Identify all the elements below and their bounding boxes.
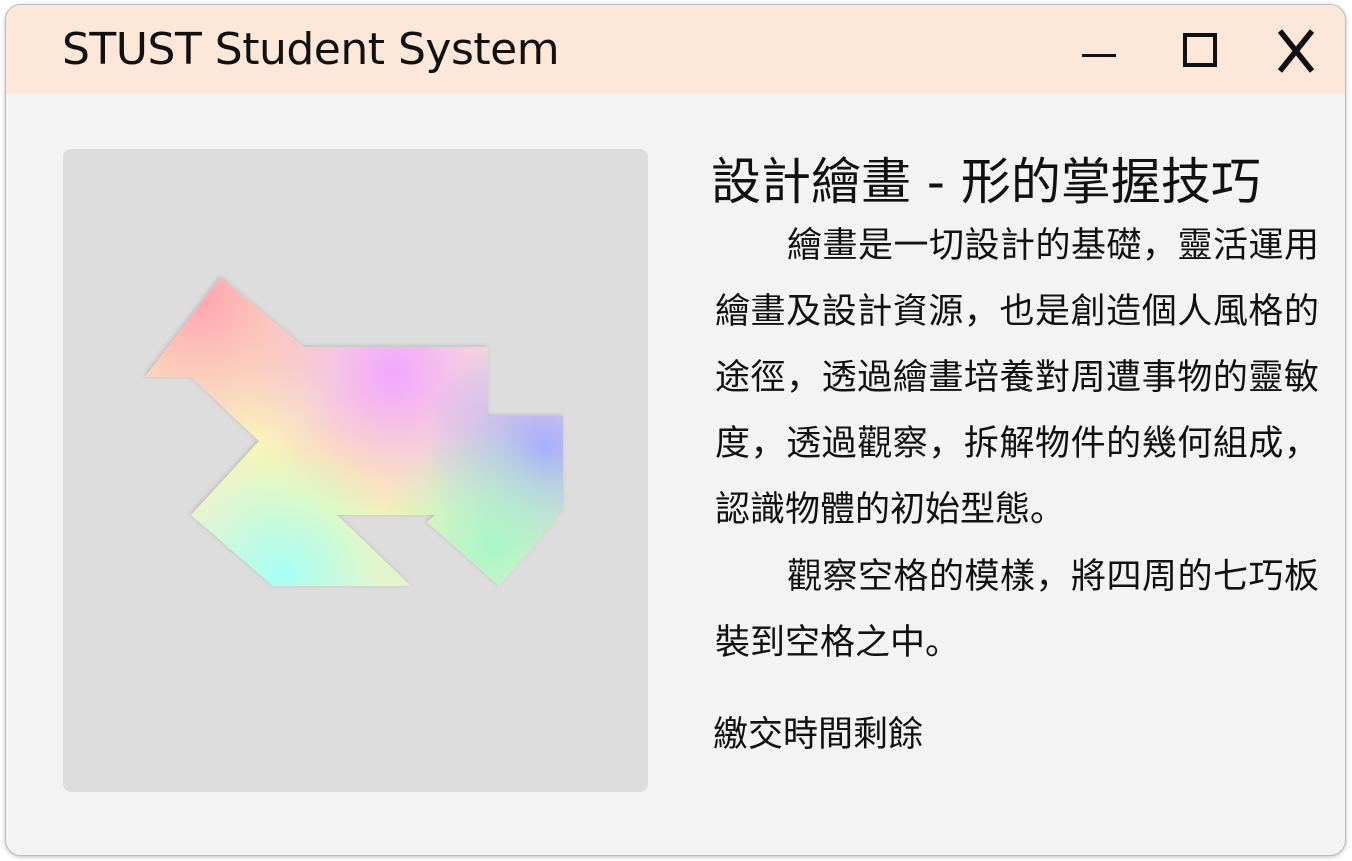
minimize-icon	[1082, 54, 1116, 57]
lesson-heading: 設計繪畫 - 形的掌握技巧	[711, 153, 1261, 211]
submit-timer-label: 繳交時間剩餘	[713, 715, 924, 755]
close-button[interactable]	[1263, 17, 1329, 83]
close-icon	[1277, 29, 1315, 73]
maximize-button[interactable]	[1169, 17, 1235, 83]
app-window: STUST Student System 設計繪畫 - 形的掌握技巧 繪畫是一切…	[5, 4, 1346, 856]
tangram-board[interactable]	[63, 149, 648, 792]
lesson-paragraph-1: 繪畫是一切設計的基礎，靈活運用繪畫及設計資源，也是創造個人風格的途徑，透過繪畫培…	[715, 226, 1319, 530]
minimize-button[interactable]	[1066, 17, 1132, 83]
window-title: STUST Student System	[62, 24, 560, 75]
lesson-paragraph-2: 觀察空格的模樣，將四周的七巧板裝到空格之中。	[715, 557, 1319, 663]
maximize-icon	[1183, 33, 1217, 67]
tangram-target-silhouette	[144, 276, 563, 586]
title-bar[interactable]: STUST Student System	[6, 5, 1345, 94]
